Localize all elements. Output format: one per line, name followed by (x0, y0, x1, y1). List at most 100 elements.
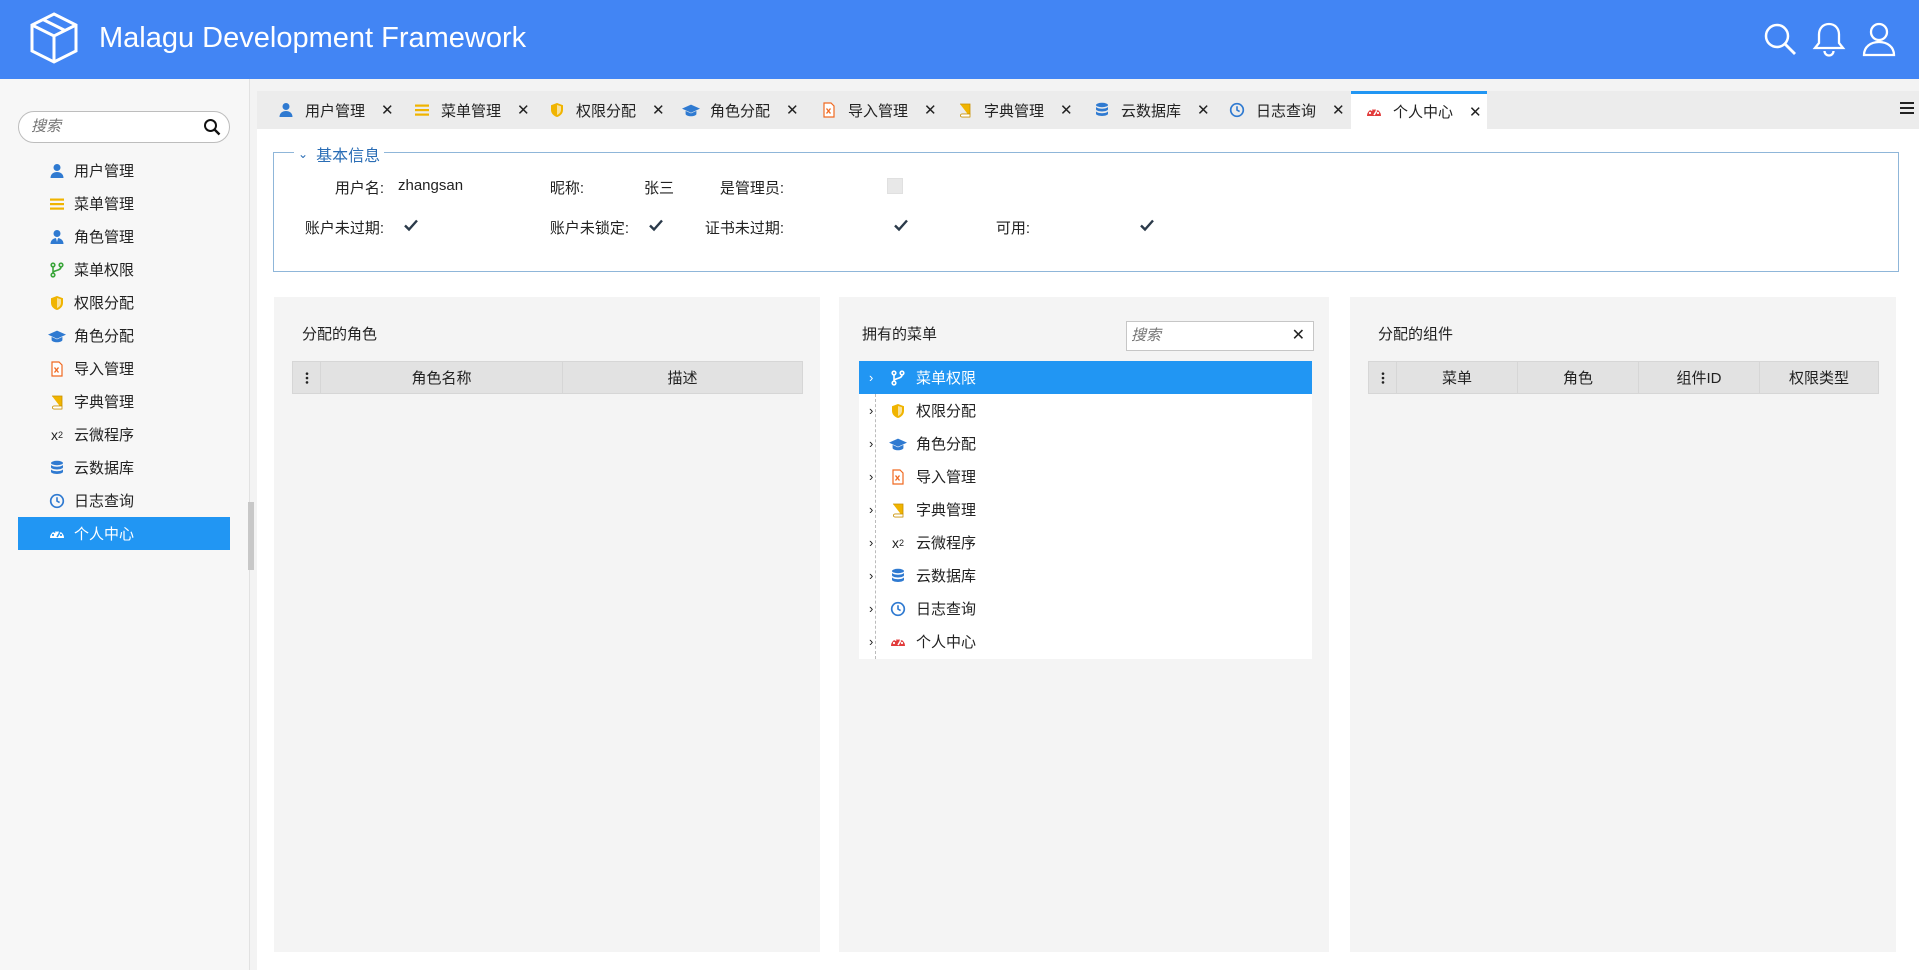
tab-role-assign[interactable]: 角色分配 ✕ (682, 91, 799, 129)
user-icon[interactable] (1861, 21, 1897, 57)
close-icon[interactable]: ✕ (1332, 101, 1345, 119)
search-icon[interactable] (1762, 21, 1798, 57)
tree-node-menu-permission[interactable]: › 菜单权限 (859, 361, 1312, 394)
chevron-right-icon[interactable]: › (869, 568, 873, 583)
sidebar-search[interactable] (18, 111, 230, 143)
tree-node-label: 权限分配 (916, 403, 977, 420)
sidebar-item-label: 角色分配 (74, 328, 135, 345)
basic-info-title: 基本信息 (316, 148, 381, 165)
tree-node-log-query[interactable]: › 日志查询 (859, 592, 1312, 625)
sidebar-item-role-assign[interactable]: 角色分配 (18, 319, 230, 352)
search-icon[interactable] (203, 118, 221, 136)
column-header-description[interactable]: 描述 (562, 362, 802, 393)
tab-menu-management[interactable]: 菜单管理 ✕ (413, 91, 530, 129)
chevron-right-icon[interactable]: › (869, 535, 873, 550)
close-icon[interactable]: ✕ (924, 101, 937, 119)
tree-node-label: 云数据库 (916, 568, 977, 585)
credentials-not-expired-checkbox[interactable] (893, 217, 909, 233)
tab-import-management[interactable]: 导入管理 ✕ (820, 91, 937, 129)
close-icon[interactable]: ✕ (381, 101, 394, 119)
chevron-down-icon[interactable]: ⌄ (298, 147, 308, 161)
chevron-right-icon[interactable]: › (869, 469, 873, 484)
close-icon[interactable]: ✕ (517, 101, 530, 119)
menu-tree-search[interactable]: ✕ (1126, 321, 1314, 351)
user-tie-icon (48, 228, 66, 246)
sidebar-item-role-management[interactable]: 角色管理 (18, 220, 230, 253)
sidebar-item-import-management[interactable]: 导入管理 (18, 352, 230, 385)
superscript-icon: x2 (891, 534, 904, 551)
sidebar-item-cloud-micro-program[interactable]: x2 云微程序 (18, 418, 230, 451)
more-vertical-icon[interactable] (300, 371, 314, 385)
sidebar-item-label: 云微程序 (74, 427, 135, 444)
tree-node-dictionary-management[interactable]: › 字典管理 (859, 493, 1312, 526)
clock-icon (48, 492, 66, 510)
sidebar-item-personal-center[interactable]: 个人中心 (18, 517, 230, 550)
database-icon (889, 567, 907, 585)
close-icon[interactable]: ✕ (1469, 103, 1482, 121)
tab-label: 用户管理 (305, 102, 366, 120)
sidebar-item-user-management[interactable]: 用户管理 (18, 154, 230, 187)
chevron-right-icon[interactable]: › (869, 502, 873, 517)
logo-cube-icon[interactable] (29, 12, 79, 64)
account-not-locked-checkbox[interactable] (648, 217, 664, 233)
user-icon (48, 162, 66, 180)
tab-menu-icon[interactable] (1899, 100, 1915, 116)
enabled-checkbox[interactable] (1139, 217, 1155, 233)
sidebar-item-menu-permission[interactable]: 菜单权限 (18, 253, 230, 286)
clear-icon[interactable]: ✕ (1292, 325, 1305, 345)
sidebar-item-dictionary-management[interactable]: 字典管理 (18, 385, 230, 418)
basic-info-legend[interactable]: ⌄ 基本信息 (294, 142, 385, 166)
shield-icon (889, 402, 907, 420)
column-options-button[interactable] (293, 362, 320, 393)
account-not-expired-checkbox[interactable] (403, 217, 419, 233)
is-admin-checkbox[interactable] (887, 178, 903, 194)
tree-node-permission-assign[interactable]: › 权限分配 (859, 394, 1312, 427)
bars-icon (48, 195, 66, 213)
sidebar-item-menu-management[interactable]: 菜单管理 (18, 187, 230, 220)
tab-dictionary-management[interactable]: 字典管理 ✕ (956, 91, 1073, 129)
chevron-right-icon[interactable]: › (869, 634, 873, 649)
sidebar-item-cloud-database[interactable]: 云数据库 (18, 451, 230, 484)
more-vertical-icon[interactable] (1376, 371, 1390, 385)
bell-icon[interactable] (1811, 21, 1847, 57)
chevron-right-icon[interactable]: › (869, 601, 873, 616)
chevron-right-icon[interactable]: › (869, 436, 873, 451)
close-icon[interactable]: ✕ (1060, 101, 1073, 119)
tab-permission-assign[interactable]: 权限分配 ✕ (548, 91, 665, 129)
column-header-permission-type[interactable]: 权限类型 (1759, 362, 1878, 393)
column-header-menu[interactable]: 菜单 (1396, 362, 1517, 393)
tree-node-role-assign[interactable]: › 角色分配 (859, 427, 1312, 460)
tab-log-query[interactable]: 日志查询 ✕ (1228, 91, 1345, 129)
chevron-right-icon[interactable]: › (869, 370, 873, 385)
tree-node-cloud-micro-program[interactable]: › x2 云微程序 (859, 526, 1312, 559)
tab-cloud-database[interactable]: 云数据库 ✕ (1093, 91, 1210, 129)
column-header-component-id[interactable]: 组件ID (1638, 362, 1759, 393)
tree-node-personal-center[interactable]: › 个人中心 (859, 625, 1312, 658)
sidebar-search-input[interactable] (31, 118, 201, 135)
app-header: Malagu Development Framework (0, 0, 1919, 79)
sidebar-item-log-query[interactable]: 日志查询 (18, 484, 230, 517)
tree-node-label: 菜单权限 (916, 370, 977, 387)
sidebar-scrollbar[interactable] (248, 502, 254, 570)
tab-label: 云数据库 (1121, 102, 1182, 120)
tab-user-management[interactable]: 用户管理 ✕ (277, 91, 394, 129)
tree-node-cloud-database[interactable]: › 云数据库 (859, 559, 1312, 592)
tree-node-import-management[interactable]: › 导入管理 (859, 460, 1312, 493)
components-grid-header: 菜单 角色 组件ID 权限类型 (1368, 361, 1879, 394)
close-icon[interactable]: ✕ (786, 101, 799, 119)
tab-personal-center[interactable]: 个人中心 ✕ (1351, 91, 1487, 129)
column-options-button[interactable] (1369, 362, 1396, 393)
menu-tree-search-input[interactable] (1131, 327, 1281, 344)
tree-node-label: 云微程序 (916, 535, 977, 552)
book-icon (889, 501, 907, 519)
tab-label: 菜单管理 (441, 102, 502, 120)
close-icon[interactable]: ✕ (652, 101, 665, 119)
sidebar-item-permission-assign[interactable]: 权限分配 (18, 286, 230, 319)
column-header-role[interactable]: 角色 (1517, 362, 1638, 393)
tab-label: 导入管理 (848, 102, 909, 120)
book-icon (956, 101, 974, 119)
close-icon[interactable]: ✕ (1197, 101, 1210, 119)
column-header-role-name[interactable]: 角色名称 (320, 362, 562, 393)
account-not-expired-label: 账户未过期: (304, 220, 384, 237)
chevron-right-icon[interactable]: › (869, 403, 873, 418)
